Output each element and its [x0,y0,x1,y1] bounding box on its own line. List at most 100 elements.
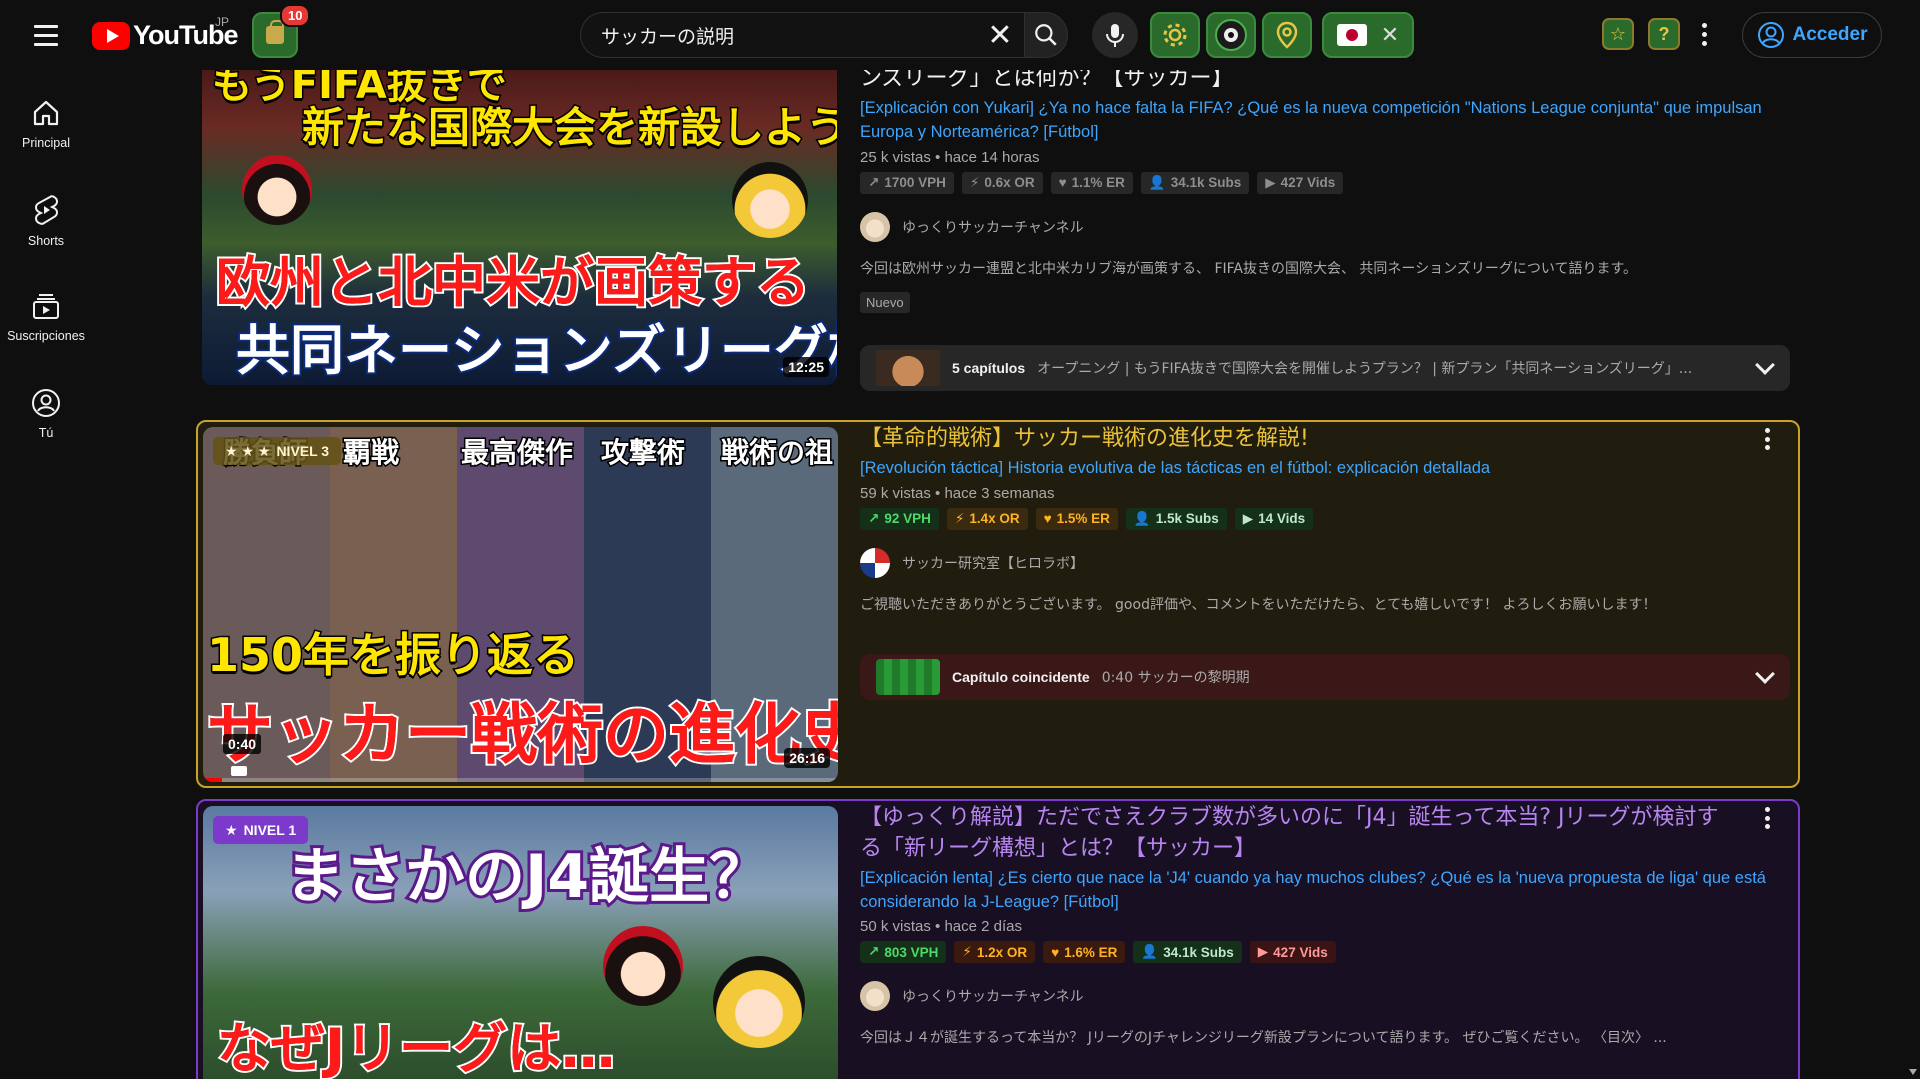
video-description: 今回は欧州サッカー連盟と北中米カリブ海が画策する、 FIFA抜きの国際大会、 共… [860,260,1638,277]
extension-settings-button[interactable] [1150,12,1200,58]
video-title[interactable]: 【革命的戦術】サッカー戦術の進化史を解説! [860,424,1790,455]
trending-icon: ↗ [868,510,880,526]
signin-label: Acceder [1792,24,1868,45]
country-code: JP [215,15,230,29]
sidebar-item-label: Principal [22,136,70,150]
channel-avatar[interactable] [860,981,890,1012]
vph-chip: ↗ 1700 VPH [860,171,954,194]
top-bar: YouTube JP 10 ✕ ✕ ☆ ? Acceder [0,0,1920,70]
favorites-star-button[interactable]: ☆ [1602,18,1634,50]
shopping-bag-icon [266,20,284,44]
chevron-down-icon[interactable] [1755,355,1775,375]
vph-chip: ↗ 803 VPH [860,941,947,964]
channel-avatar[interactable] [860,547,890,578]
person-icon: 👤 [1148,174,1166,190]
level-stars-icon: ★ ★ ★ [225,442,271,459]
shorts-icon [35,195,58,225]
signin-button[interactable]: Acceder [1742,12,1882,58]
video-more-options-icon[interactable] [1762,807,1772,829]
translated-title: [Explicación con Yukari] ¿Ya no hace fal… [860,98,1762,141]
video-result[interactable]: もうFIFA抜きで 新たな国際大会を新設しよう 欧州と北中米が画策する 共同ネー… [196,66,1800,391]
person-icon: 👤 [1141,944,1159,960]
thumbnail-text: サッカー戦術の進化史 [205,694,838,775]
channel-link[interactable]: ゆっくりサッカーチャンネル [860,211,1790,242]
sidebar-item-label: Shorts [27,234,65,248]
thumbnail-text: 攻撃術 [599,435,686,471]
page-scrollbar[interactable] [1906,0,1920,1079]
more-options-icon[interactable] [1698,18,1710,50]
chapter-thumbnail [876,659,940,695]
matching-chapter-bar[interactable]: Capítulo coincidente 0:40 サッカーの黎明期 [860,654,1790,700]
level-label: NIVEL 3 [276,443,330,459]
channel-link[interactable]: サッカー研究室【ヒロラボ】 [860,547,1790,578]
subscriptions-icon [33,294,59,319]
chapters-count: 5 capítulos [952,360,1026,376]
channel-name[interactable]: サッカー研究室【ヒロラボ】 [902,553,1084,573]
vids-chip: ▶ 427 Vids [1249,941,1336,964]
translated-title: [Explicación lenta] ¿Es cierto que nace … [860,868,1766,911]
sidebar-item-label: Suscripciones [7,329,85,343]
microphone-icon [1106,24,1124,47]
bolt-icon: ⚡ [962,944,972,960]
chapters-bar[interactable]: 5 capítulos オープニング | もうFIFA抜きで国際大会を開催しよう… [860,345,1790,391]
video-result[interactable]: 勝負師 覇戦 最高傑作 攻撃術 戦術の祖 ★ ★ ★ NIVEL 3 150年を… [196,420,1800,788]
video-count-icon: ▶ [1257,944,1269,960]
you-icon [32,389,60,417]
account-circle-icon [1757,22,1784,48]
hamburger-menu-icon[interactable] [26,17,66,53]
channel-name[interactable]: ゆっくりサッカーチャンネル [902,217,1084,237]
thumbnail-text: 最高傑作 [459,435,574,471]
metrics-chips: ↗ 803 VPH ⚡ 1.2x OR ♥ 1.6% ER 👤 34.1k Subs ▶… [860,941,1790,964]
search-input[interactable] [581,24,980,46]
japan-flag-icon [1336,24,1367,46]
extension-location-button[interactable] [1262,12,1312,58]
region-japan-button[interactable]: ✕ [1322,12,1414,58]
channel-link[interactable]: ゆっくりサッカーチャンネル [860,981,1790,1012]
outlier-chip: ⚡ 0.6x OR [961,171,1043,194]
scroll-down-arrow-icon[interactable] [1909,1069,1917,1075]
search-button[interactable] [1024,12,1068,58]
subs-chip: 👤 1.5k Subs [1125,507,1227,530]
sidebar: Principal Shorts Suscripciones Tú [0,70,92,1079]
video-thumbnail[interactable]: ★ NIVEL 1 まさかのJ4誕生？ なぜJリーグは… [203,806,838,1079]
vph-chip: ↗ 92 VPH [860,507,939,530]
video-meta: 【ゆっくり解説】ただでさえクラブ数が多いのに「J4」誕生って本当? Jリーグが検… [860,803,1790,1047]
subs-chip: 👤 34.1k Subs [1140,171,1250,194]
extension-soccer-ball-button[interactable] [1206,12,1256,58]
video-description: 今回はＪ４が誕生するって本当か？ JリーグのJチャレンジリーグ新設プランについて… [860,1030,1667,1047]
search-box: ✕ [580,12,1024,58]
vids-chip: ▶ 14 Vids [1234,507,1314,530]
video-thumbnail[interactable]: もうFIFA抜きで 新たな国際大会を新設しよう 欧州と北中米が画策する 共同ネー… [202,70,837,385]
voice-search-button[interactable] [1092,12,1138,58]
remove-region-icon[interactable]: ✕ [1381,22,1399,48]
sidebar-item-subscriptions[interactable]: Suscripciones [0,291,92,343]
character-marisa-image [713,956,805,1048]
youtube-play-icon [92,21,130,50]
video-count-icon: ▶ [1242,510,1254,526]
video-thumbnail[interactable]: 勝負師 覇戦 最高傑作 攻撃術 戦術の祖 ★ ★ ★ NIVEL 3 150年を… [203,427,838,782]
clear-search-icon[interactable]: ✕ [980,15,1020,55]
thumbnail-text: 戦術の祖 [719,435,834,471]
video-stats: 25 k vistas • hace 14 horas [860,148,1040,166]
channel-name[interactable]: ゆっくりサッカーチャンネル [902,986,1084,1006]
sidebar-item-home[interactable]: Principal [0,98,92,150]
matching-chapter-text: 0:40 サッカーの黎明期 [1101,670,1250,686]
video-stats: 50 k vistas • hace 2 días [860,918,1023,936]
video-result[interactable]: ★ NIVEL 1 まさかのJ4誕生？ なぜJリーグは… 【ゆっくり解説】ただで… [196,799,1800,1079]
sidebar-item-you[interactable]: Tú [0,388,92,440]
watch-progress-bar[interactable] [203,778,838,782]
sidebar-item-shorts[interactable]: Shorts [0,194,92,248]
video-title[interactable]: 【ゆっくり解説】ただでさえクラブ数が多いのに「J4」誕生って本当? Jリーグが検… [860,803,1730,865]
engagement-chip: ♥ 1.6% ER [1043,941,1126,964]
help-button[interactable]: ? [1648,18,1680,50]
thumbnail-text: 共同ネーションズリーグ構想 [234,317,837,384]
bolt-icon: ⚡ [969,174,980,190]
location-pin-icon [1276,21,1298,49]
channel-avatar[interactable] [860,211,890,242]
search-icon [1035,24,1057,46]
seek-preview-time: 0:40 [223,734,262,754]
video-stats: 59 k vistas • hace 3 semanas [860,484,1055,502]
heart-icon: ♥ [1058,175,1067,191]
video-more-options-icon[interactable] [1762,428,1772,450]
chevron-down-icon[interactable] [1755,664,1775,684]
